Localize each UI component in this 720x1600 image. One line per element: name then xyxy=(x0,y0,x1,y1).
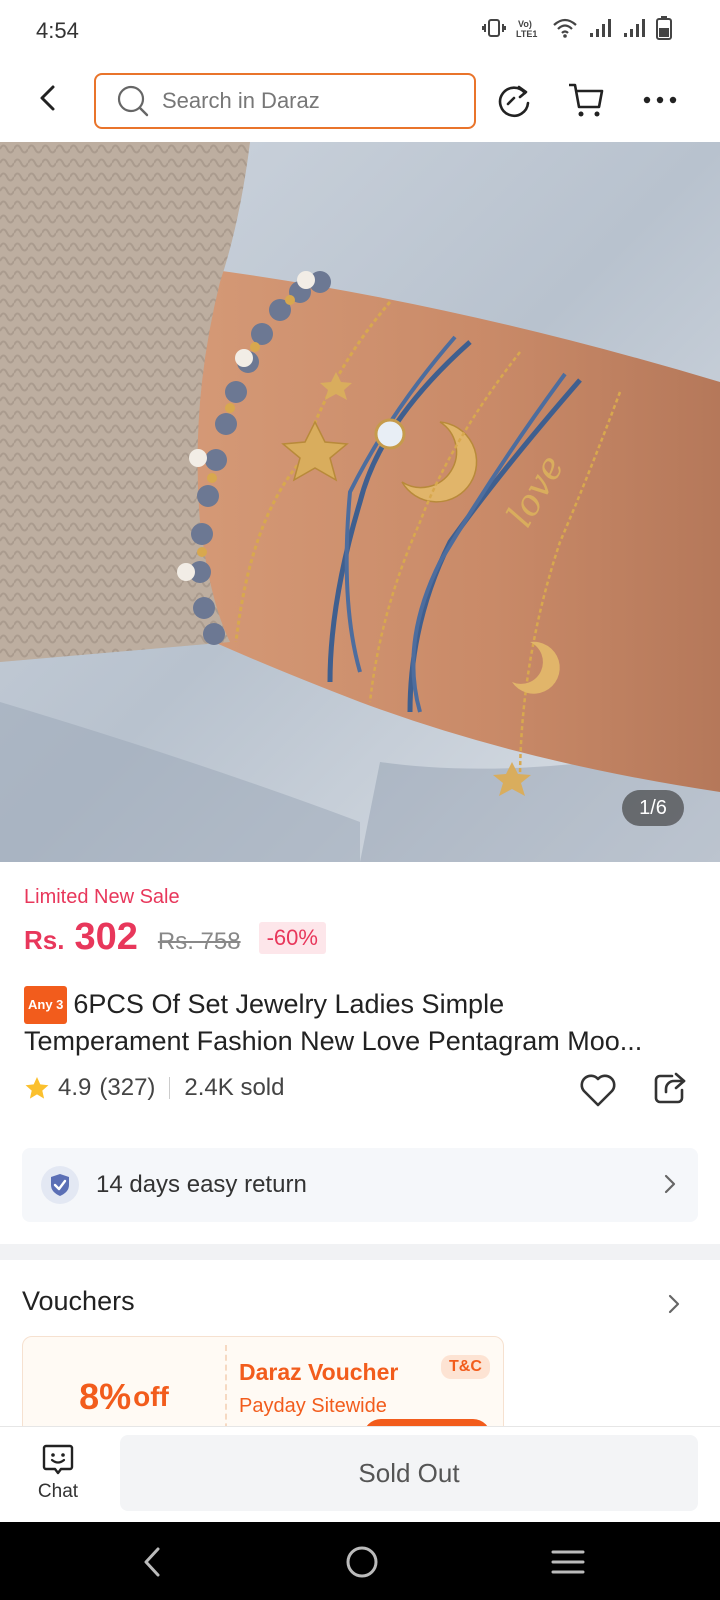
history-button[interactable] xyxy=(492,78,536,122)
price-row: Rs. 302 Rs. 758 -60% xyxy=(24,916,326,959)
search-icon xyxy=(117,85,149,117)
search-input[interactable]: Search in Daraz xyxy=(94,73,476,129)
back-arrow-icon xyxy=(40,85,55,111)
product-image-gallery[interactable]: love 1/6 xyxy=(0,142,720,862)
signal-icon-2 xyxy=(624,19,645,37)
section-divider xyxy=(0,1244,720,1260)
svg-text:Vo): Vo) xyxy=(518,19,532,29)
nav-menu-icon xyxy=(551,1550,585,1574)
vibrate-icon xyxy=(482,19,506,37)
volte-icon: Vo)LTE1 xyxy=(516,19,537,39)
chat-label: Chat xyxy=(37,1481,79,1502)
sold-out-button[interactable]: Sold Out xyxy=(120,1435,698,1511)
nav-home-icon xyxy=(346,1546,378,1578)
product-title-line2: Temperament Fashion New Love Pentagram M… xyxy=(24,1026,643,1056)
system-nav-bar xyxy=(0,1522,720,1600)
refresh-history-icon xyxy=(498,85,530,118)
search-placeholder: Search in Daraz xyxy=(162,88,320,113)
rating-count: (327) xyxy=(99,1074,156,1101)
back-button[interactable] xyxy=(28,78,68,118)
sold-count: 2.4K sold xyxy=(184,1074,285,1101)
more-dots-icon xyxy=(643,96,677,104)
battery-icon xyxy=(656,16,672,40)
product-photo: love xyxy=(0,142,720,862)
chat-button[interactable]: Chat xyxy=(28,1443,88,1503)
star-icon xyxy=(25,1077,49,1099)
more-menu-button[interactable] xyxy=(638,78,682,122)
chevron-right-icon xyxy=(664,1174,676,1194)
voucher-subtitle: Payday Sitewide xyxy=(239,1395,387,1417)
shield-check-icon xyxy=(41,1166,79,1204)
voucher-name: Daraz Voucher xyxy=(239,1359,399,1385)
voucher-percent: 8% xyxy=(79,1376,132,1417)
any3-badge: Any 3 xyxy=(24,986,68,1024)
heart-icon xyxy=(580,1074,616,1107)
product-title: Any 3 6PCS Of Set Jewelry Ladies Simple T… xyxy=(24,986,700,1058)
cart-icon xyxy=(569,83,604,117)
vouchers-heading: Vouchers xyxy=(22,1286,135,1316)
svg-text:LTE1: LTE1 xyxy=(516,29,537,39)
status-bar: 4:54 Vo) LTE1 xyxy=(0,0,720,60)
rating-row[interactable]: 4.9 (327) 2.4K sold xyxy=(24,1074,284,1102)
status-time: 4:54 xyxy=(36,18,79,43)
image-counter: 1/6 xyxy=(622,790,684,826)
bottom-action-bar: Chat Sold Out xyxy=(0,1426,720,1522)
share-button[interactable] xyxy=(652,1070,688,1111)
rating-separator xyxy=(169,1077,171,1099)
top-nav: Search in Daraz xyxy=(0,60,720,142)
vouchers-chevron-icon[interactable] xyxy=(668,1294,680,1314)
sale-label: Limited New Sale xyxy=(24,886,180,908)
voucher-off: off xyxy=(133,1381,169,1412)
wishlist-button[interactable] xyxy=(578,1072,618,1113)
wifi-icon xyxy=(553,18,577,38)
status-icons: Vo) LTE1 xyxy=(482,16,672,40)
system-recents-button[interactable] xyxy=(546,1540,590,1584)
cart-button[interactable] xyxy=(564,78,608,122)
current-price: 302 xyxy=(74,916,138,958)
share-icon xyxy=(654,1072,686,1104)
return-policy-label: 14 days easy return xyxy=(96,1171,307,1198)
nav-back-icon xyxy=(144,1547,160,1577)
original-price: Rs. 758 xyxy=(157,928,241,955)
product-title-line1: 6PCS Of Set Jewelry Ladies Simple xyxy=(73,989,505,1019)
system-back-button[interactable] xyxy=(130,1540,174,1584)
return-policy-row[interactable]: 14 days easy return xyxy=(22,1148,698,1222)
chat-icon xyxy=(42,1444,74,1475)
price-currency: Rs. xyxy=(24,925,65,955)
discount-badge: -60% xyxy=(258,922,326,954)
voucher-tc-button[interactable]: T&C xyxy=(441,1355,490,1379)
rating-value: 4.9 xyxy=(58,1074,92,1101)
system-home-button[interactable] xyxy=(340,1540,384,1584)
signal-icon xyxy=(590,19,611,37)
